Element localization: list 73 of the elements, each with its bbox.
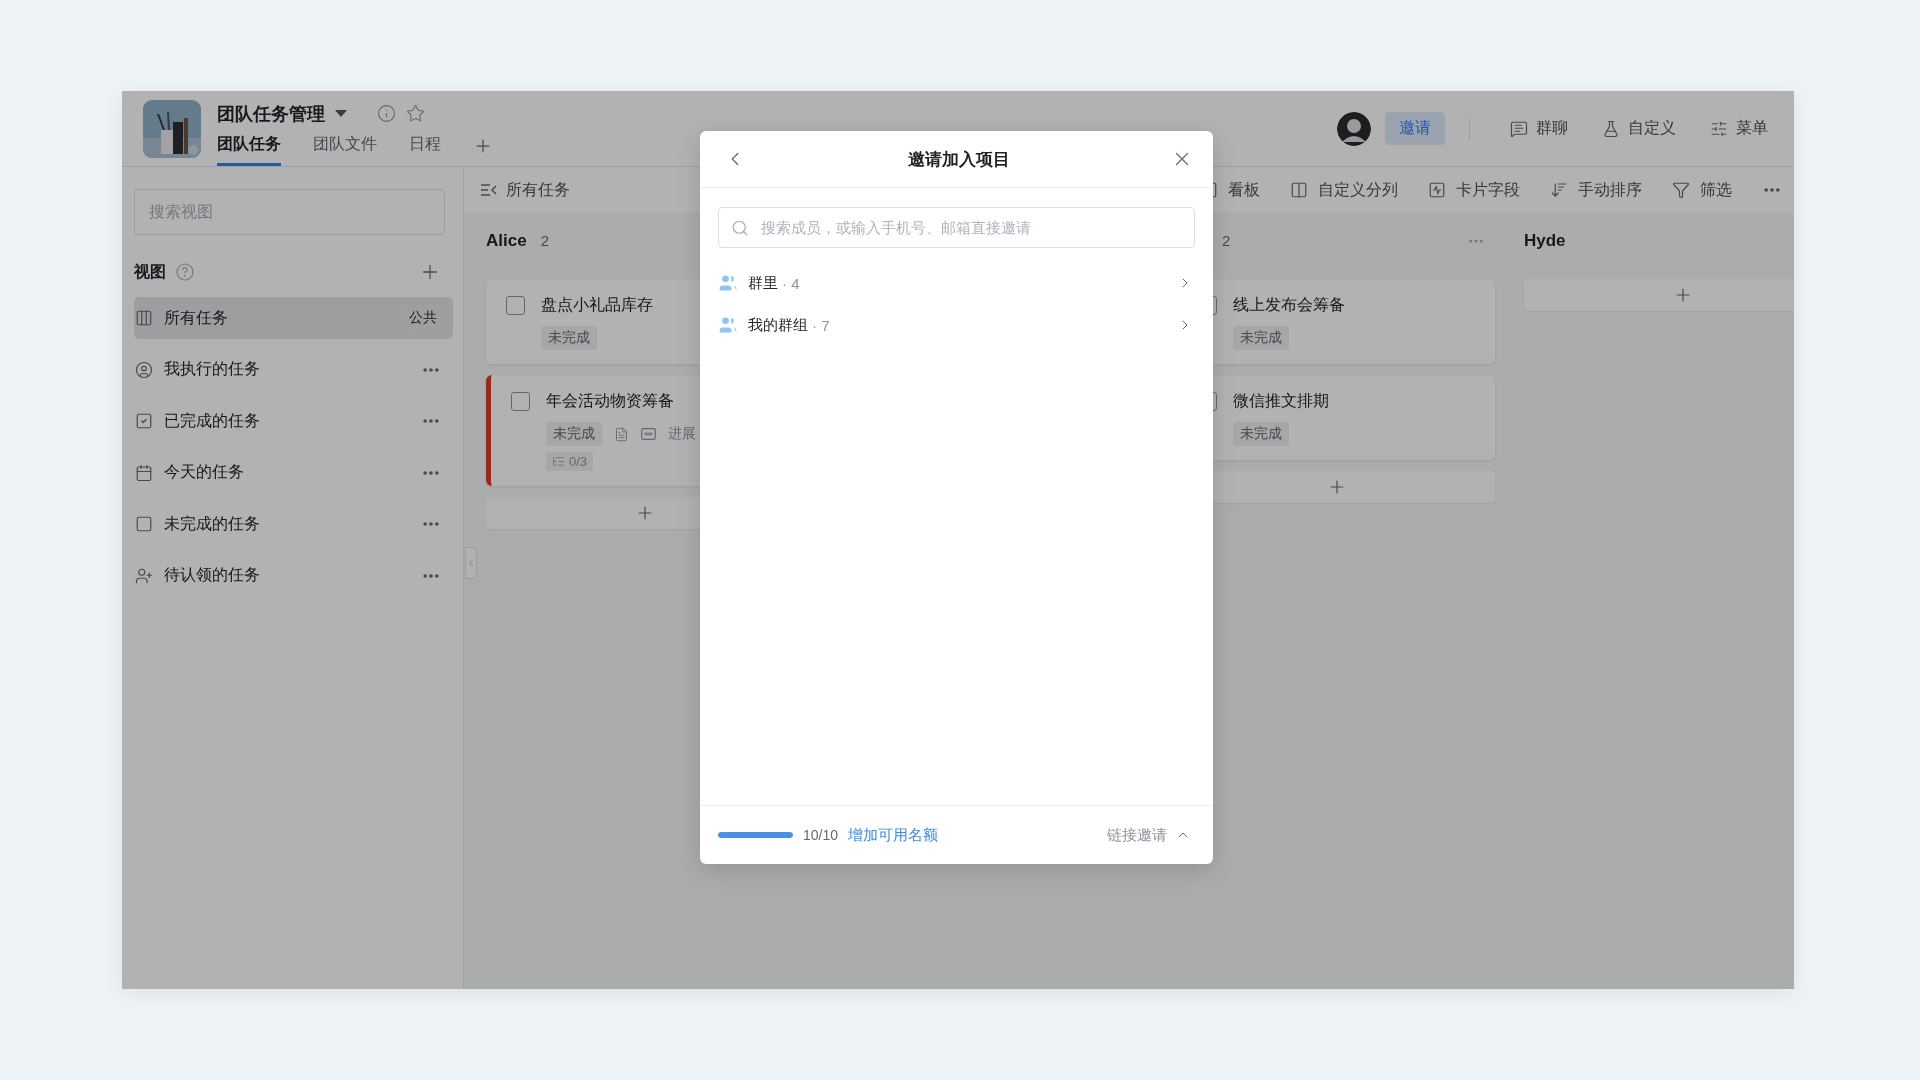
user-circle-icon bbox=[135, 360, 153, 379]
add-quota-link[interactable]: 增加可用名额 bbox=[848, 825, 939, 845]
header-action-button[interactable]: 菜单 bbox=[1704, 114, 1774, 143]
view-label: 我执行的任务 bbox=[164, 359, 260, 379]
task-title: 盘点小礼品库存 bbox=[541, 295, 653, 315]
view-label: 未完成的任务 bbox=[164, 513, 260, 534]
dialog-title: 邀请加入项目 bbox=[907, 148, 1010, 171]
column-title: Hyde bbox=[1524, 230, 1566, 251]
search-icon bbox=[731, 218, 749, 237]
view-label: 已完成的任务 bbox=[164, 410, 260, 431]
collapse-handle[interactable] bbox=[465, 547, 477, 579]
column-title: Alice bbox=[486, 230, 527, 251]
view-label: 今天的任务 bbox=[164, 462, 244, 482]
view-item[interactable]: 今天的任务 bbox=[134, 451, 453, 494]
search-box[interactable]: 搜索成员，或输入手机号、邮箱直接邀请 bbox=[718, 207, 1195, 248]
task-title: 年会活动物资筹备 bbox=[546, 391, 674, 411]
view-search-field[interactable]: 搜索视图 bbox=[134, 189, 445, 235]
card-field-icon bbox=[641, 428, 656, 440]
project-tab[interactable]: 团队任务 bbox=[217, 133, 281, 166]
view-label: 待认领的任务 bbox=[164, 565, 260, 585]
view-item[interactable]: 所有任务 公共 bbox=[134, 297, 453, 339]
view-item[interactable]: 未完成的任务 bbox=[134, 503, 453, 545]
quota-reading: 10/10 bbox=[803, 827, 839, 843]
chat-icon bbox=[1510, 119, 1528, 138]
flask-icon bbox=[1602, 119, 1620, 138]
checked-square-icon bbox=[135, 412, 153, 430]
status-tag: 未完成 bbox=[1233, 422, 1289, 446]
project-title: 团队任务管理 bbox=[217, 102, 325, 126]
member-count: · 7 bbox=[812, 316, 830, 334]
progress-detail-label: 进展 bbox=[668, 425, 696, 443]
user-avatar[interactable] bbox=[1337, 111, 1371, 146]
toolbar-button[interactable]: 手动排序 bbox=[1550, 179, 1642, 201]
header-action-button[interactable]: 群聊 bbox=[1504, 114, 1574, 143]
square-icon bbox=[135, 515, 153, 533]
current-view-name: 所有任务 bbox=[506, 179, 570, 200]
status-tag: 未完成 bbox=[546, 422, 602, 446]
toolbar-button[interactable]: 自定义分列 bbox=[1290, 179, 1398, 201]
help-icon[interactable] bbox=[176, 263, 194, 281]
column-count: 2 bbox=[540, 232, 549, 249]
task-checkbox[interactable] bbox=[506, 296, 525, 315]
view-item[interactable]: 待认领的任务 bbox=[134, 554, 453, 597]
view-item[interactable]: 已完成的任务 bbox=[134, 400, 453, 442]
sort-icon bbox=[1550, 181, 1568, 199]
section-title: 视图 bbox=[134, 261, 166, 282]
task-title: 线上发布会筹备 bbox=[1233, 295, 1345, 315]
filter-icon bbox=[1672, 181, 1690, 199]
info-icon[interactable] bbox=[377, 104, 396, 123]
status-tag: 未完成 bbox=[541, 326, 597, 350]
view-label: 所有任务 bbox=[164, 307, 228, 328]
dropdown-caret-icon[interactable] bbox=[335, 109, 347, 118]
sliders-icon bbox=[1710, 119, 1728, 138]
header-action-button[interactable]: 自定义 bbox=[1596, 114, 1682, 143]
status-tag: 未完成 bbox=[1233, 326, 1289, 350]
group-icon bbox=[718, 315, 738, 335]
collapse-list-icon[interactable] bbox=[480, 183, 498, 197]
star-icon[interactable] bbox=[406, 104, 425, 123]
task-title: 微信推文排期 bbox=[1233, 391, 1329, 411]
task-checkbox[interactable] bbox=[511, 392, 530, 411]
two-columns-icon bbox=[1290, 181, 1308, 199]
project-tab[interactable]: 团队文件 bbox=[313, 133, 377, 166]
person-plus-icon bbox=[135, 566, 153, 585]
chart-square-icon bbox=[1428, 181, 1446, 199]
subtask-icon bbox=[552, 455, 565, 468]
calendar-icon bbox=[135, 463, 153, 482]
view-item[interactable]: 我执行的任务 bbox=[134, 348, 453, 391]
toolbar-button[interactable]: 筛选 bbox=[1672, 179, 1732, 201]
toolbar-button[interactable]: 卡片字段 bbox=[1428, 179, 1520, 201]
group-icon bbox=[718, 273, 738, 293]
chevron-left-icon bbox=[466, 558, 476, 568]
column-count: 2 bbox=[1222, 232, 1231, 249]
project-tab[interactable]: 日程 bbox=[409, 133, 441, 166]
columns-icon bbox=[135, 309, 153, 327]
subtask-count: 0/3 bbox=[546, 452, 594, 471]
